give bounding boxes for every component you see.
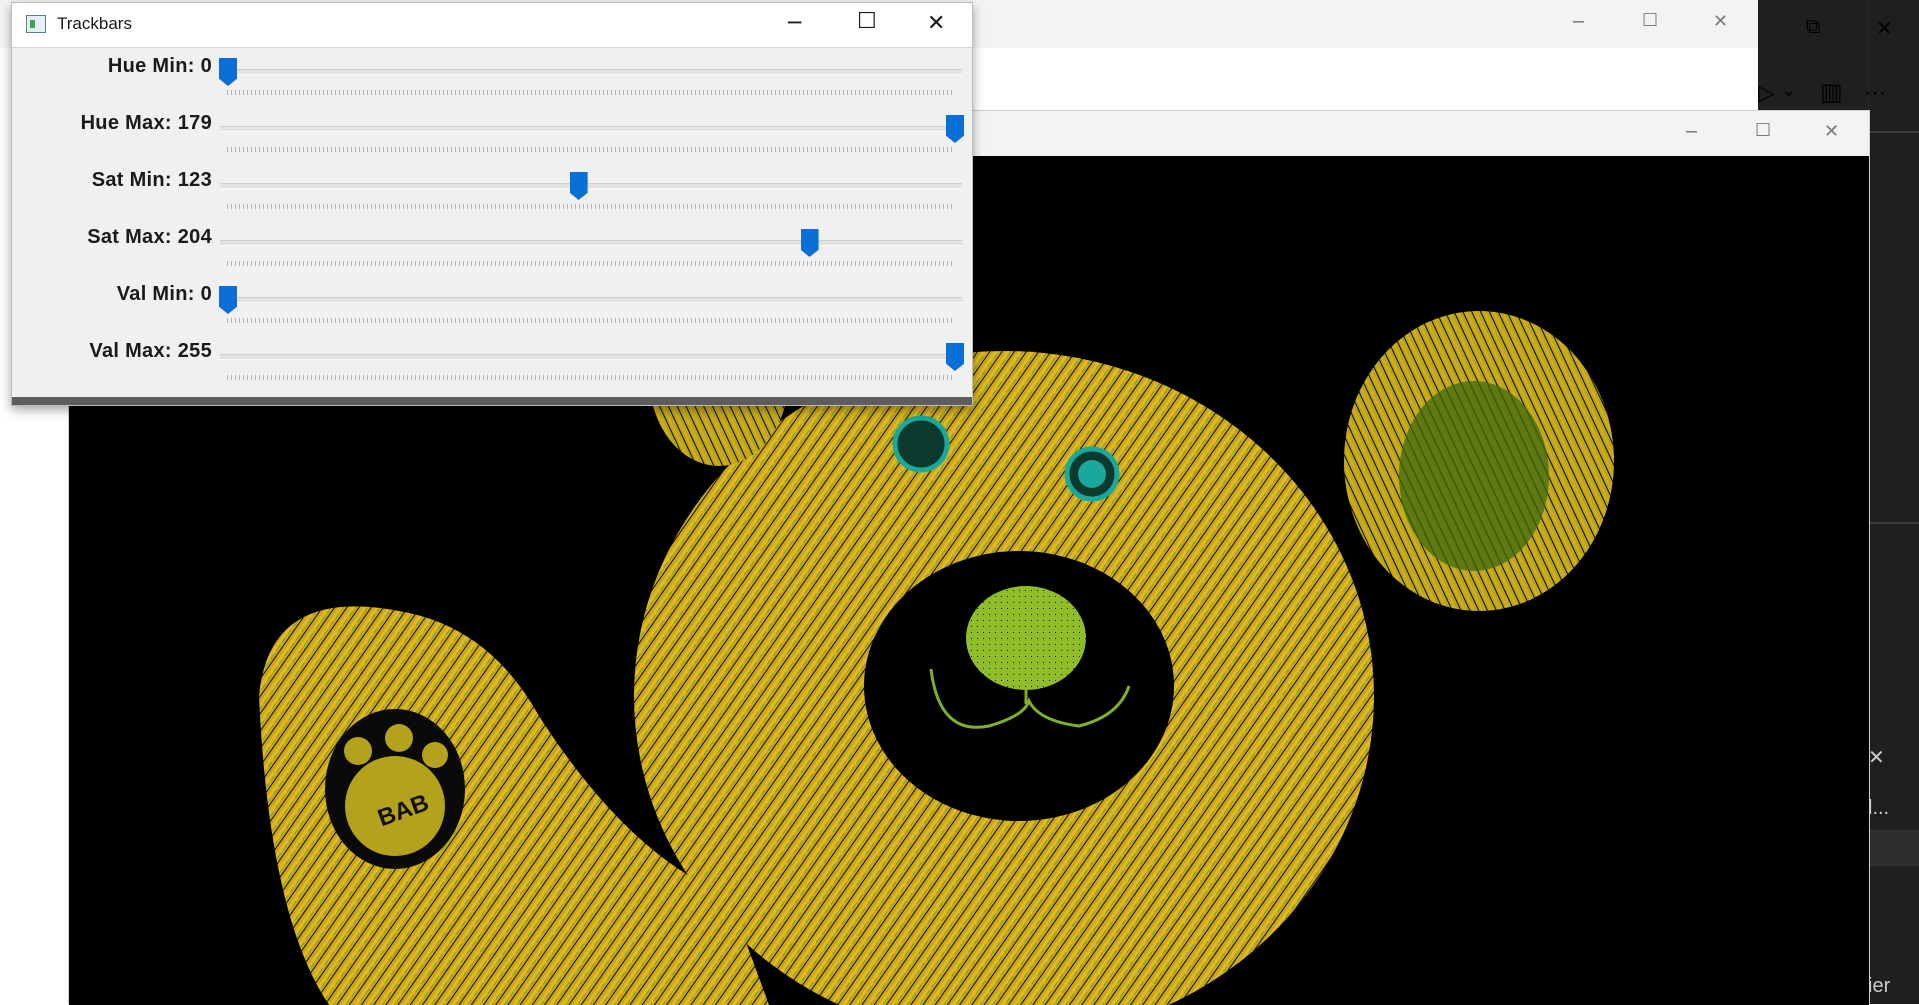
slider-thumb-val-max[interactable] <box>946 343 964 371</box>
slider-track-sat-max[interactable] <box>220 240 962 246</box>
run-icon[interactable]: ▷ <box>1758 80 1775 106</box>
slider-label-sat-min: Sat Min: 123 <box>91 169 212 191</box>
maximize-icon[interactable]: ☐ <box>1642 10 1658 31</box>
slider-row-hue-min: Hue Min: 0 <box>12 50 972 107</box>
slider-track-sat-min[interactable] <box>220 183 962 189</box>
slider-thumb-sat-max[interactable] <box>800 229 819 257</box>
restore-icon[interactable]: ⧉ <box>1806 16 1820 39</box>
truncated-label: l... <box>1868 797 1890 819</box>
close-icon[interactable]: ✕ <box>927 11 945 36</box>
slider-thumb-sat-min[interactable] <box>569 172 588 200</box>
ide-bottom-text: ier <box>1868 975 1891 997</box>
slider-row-val-max: Val Max: 255 <box>12 335 972 392</box>
ide-selected-item[interactable] <box>1868 830 1919 866</box>
slider-row-hue-max: Hue Max: 179 <box>12 107 972 164</box>
slider-ticks <box>227 147 955 152</box>
slider-thumb-hue-max[interactable] <box>946 115 964 143</box>
slider-label-sat-max: Sat Max: 204 <box>87 226 212 248</box>
slider-row-sat-min: Sat Min: 123 <box>12 164 972 221</box>
close-icon[interactable]: ✕ <box>1713 11 1728 32</box>
trackbars-titlebar[interactable]: Trackbars ─ ☐ ✕ <box>12 3 972 47</box>
trackbars-window: Trackbars ─ ☐ ✕ Hue Min: 0 Hue Max: 179 Sa… <box>11 2 973 406</box>
trackbars-body: Hue Min: 0 Hue Max: 179 Sat Min: 123 Sat Ma… <box>12 47 972 400</box>
slider-label-val-min: Val Min: 0 <box>116 283 212 305</box>
split-editor-icon[interactable]: ▥ <box>1820 78 1843 107</box>
slider-ticks <box>227 318 955 323</box>
ide-separator <box>1868 522 1919 524</box>
slider-ticks <box>227 375 955 380</box>
slider-row-val-min: Val Min: 0 <box>12 278 972 335</box>
slider-label-val-max: Val Max: 255 <box>89 340 212 362</box>
maximize-icon[interactable]: ☐ <box>1755 120 1771 141</box>
panel-close-icon[interactable]: ✕ <box>1868 745 1885 770</box>
slider-track-hue-min[interactable] <box>220 69 962 75</box>
window-bottom-edge <box>12 397 972 405</box>
slider-label-hue-min: Hue Min: 0 <box>107 55 212 77</box>
slider-track-val-max[interactable] <box>220 354 962 360</box>
close-icon[interactable]: ✕ <box>1824 121 1839 142</box>
slider-label-hue-max: Hue Max: 179 <box>80 112 212 134</box>
run-dropdown-icon[interactable]: ⌄ <box>1781 80 1796 101</box>
minimize-icon[interactable]: ─ <box>788 11 801 36</box>
ide-separator <box>1868 131 1919 133</box>
slider-track-val-min[interactable] <box>220 297 962 303</box>
window-title: Trackbars <box>57 14 132 33</box>
slider-thumb-hue-min[interactable] <box>219 58 237 86</box>
ide-close-icon[interactable]: ✕ <box>1876 16 1893 41</box>
slider-row-sat-max: Sat Max: 204 <box>12 221 972 278</box>
more-actions-icon[interactable]: ⋯ <box>1864 80 1886 106</box>
minimize-icon[interactable]: ─ <box>1686 122 1697 143</box>
maximize-icon[interactable]: ☐ <box>857 9 877 34</box>
slider-ticks <box>227 90 955 95</box>
minimize-icon[interactable]: ─ <box>1573 12 1584 33</box>
app-icon <box>26 15 46 33</box>
slider-thumb-val-min[interactable] <box>219 286 237 314</box>
slider-track-hue-max[interactable] <box>220 126 962 132</box>
slider-ticks <box>227 261 955 266</box>
slider-ticks <box>227 204 955 209</box>
